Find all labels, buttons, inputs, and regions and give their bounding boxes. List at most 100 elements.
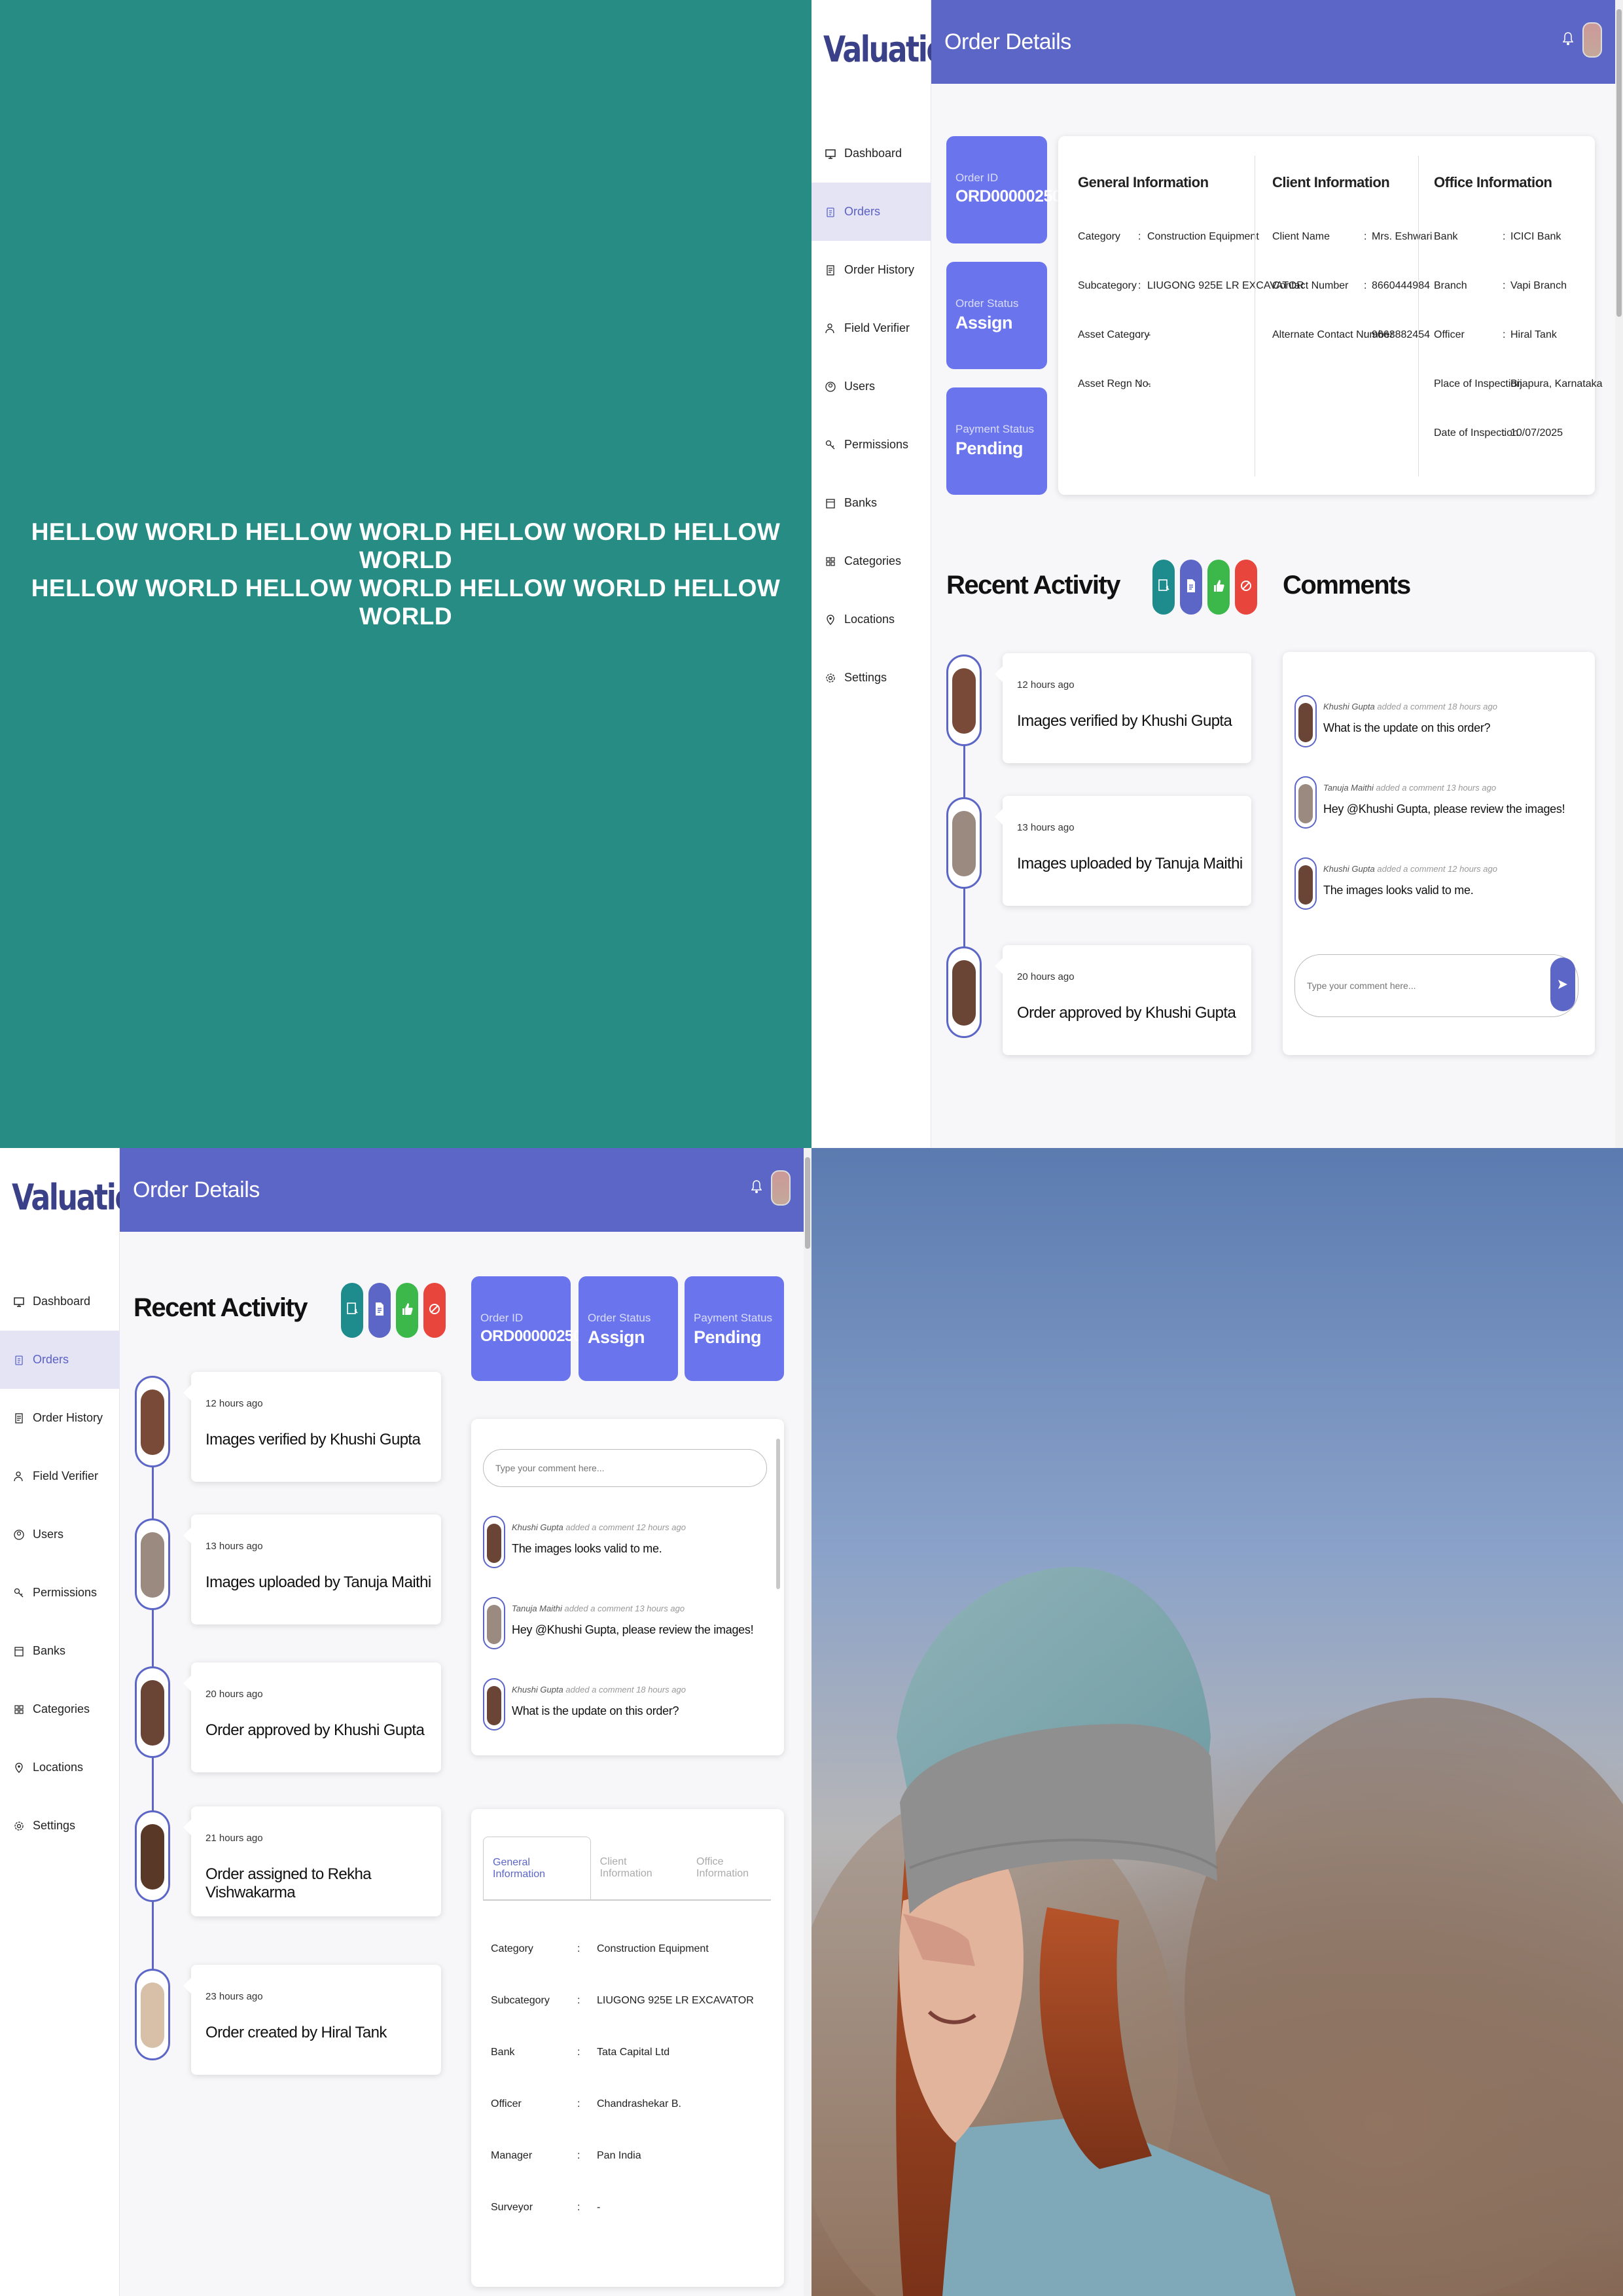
sidebar-item-permissions[interactable]: Permissions [812,416,931,474]
sidebar-item-field-verifier[interactable]: Field Verifier [0,1447,120,1505]
order-status-value: Assign [588,1327,645,1347]
send-button[interactable] [1550,958,1575,1011]
info-separator: : [1503,329,1506,340]
info-value: 9663882454 [1372,329,1430,340]
info-tabs: General Information Client Information Off… [483,1837,784,1899]
info-separator: : [1138,231,1141,242]
comment-time: added a comment 13 hours ago [1376,783,1497,793]
thumbs-up-button[interactable] [396,1283,418,1338]
activity-time: 20 hours ago [1017,971,1075,982]
bell-icon[interactable] [751,1179,762,1197]
sidebar-item-order-history[interactable]: Order History [0,1389,120,1447]
sidebar-item-categories[interactable]: Categories [0,1680,120,1738]
comment-time: added a comment 18 hours ago [1377,702,1497,711]
order-id-value: ORD00000250 [955,187,1061,206]
avatar [1294,695,1317,747]
bell-icon[interactable] [1562,31,1574,49]
person-check-icon [823,321,838,336]
sidebar-item-orders[interactable]: Orders [812,183,931,241]
thumbs-up-icon [401,1301,414,1320]
activity-item[interactable]: 23 hours ago Order created by Hiral Tank [183,1965,441,2075]
sidebar-item-order-history[interactable]: Order History [812,241,931,299]
comment-author[interactable]: Tanuja Maithi [1323,783,1374,793]
info-key: Contact Number [1272,280,1349,291]
comment-input-wrap [1294,954,1578,1017]
sidebar-item-permissions[interactable]: Permissions [0,1564,120,1622]
comment-time: added a comment 12 hours ago [1377,864,1497,874]
sidebar-item-banks[interactable]: Banks [0,1622,120,1680]
comment-author[interactable]: Khushi Gupta [1323,864,1375,874]
sidebar-item-locations[interactable]: Locations [0,1738,120,1797]
activity-item[interactable]: 13 hours ago Images uploaded by Tanuja Ma… [995,796,1251,906]
comment-input[interactable] [1307,955,1505,1016]
info-key: Client Name [1272,231,1330,242]
person-check-icon [12,1469,26,1484]
woman-in-beanie-photo [812,1148,1623,2296]
scrollbar[interactable] [804,1148,812,2296]
avatar [946,797,982,889]
comment-author[interactable]: Khushi Gupta [1323,702,1375,711]
cancel-button[interactable] [423,1283,446,1338]
info-key: Surveyor [491,2202,533,2213]
avatar[interactable] [771,1170,791,1206]
sidebar-item-banks[interactable]: Banks [812,474,931,532]
upload-images-button[interactable] [1152,560,1175,615]
info-value: - [597,2202,601,2213]
avatar [1294,857,1317,910]
info-value: Vapi Branch [1510,280,1567,291]
sidebar-item-settings[interactable]: Settings [812,649,931,707]
order-id-label: Order ID [955,171,999,184]
scrollbar[interactable] [1615,0,1623,1148]
avatar[interactable] [1582,22,1602,58]
activity-item[interactable]: 12 hours ago Images verified by Khushi Gu… [995,653,1251,763]
office-info-column: Office Information Bank: ICICI Bank Branch… [1434,136,1603,495]
sidebar-item-settings[interactable]: Settings [0,1797,120,1855]
tab-office-information[interactable]: Office Information [687,1837,784,1899]
sidebar-item-users[interactable]: Users [812,357,931,416]
sidebar-item-users[interactable]: Users [0,1505,120,1564]
sidebar-item-orders[interactable]: Orders [0,1331,120,1389]
sidebar-item-locations[interactable]: Locations [812,590,931,649]
info-value: LIUGONG 925E LR EXCAVATOR [597,1995,754,2006]
comments-title: Comments [1283,571,1411,600]
sidebar-item-dashboard[interactable]: Dashboard [0,1272,120,1331]
comment-time: added a comment 12 hours ago [565,1522,686,1532]
page-title: Order Details [944,29,1071,54]
info-key: Subcategory [491,1995,550,2006]
upload-images-button[interactable] [341,1283,363,1338]
document-button[interactable] [1180,560,1202,615]
payment-status-value: Pending [955,439,1024,458]
comment-author[interactable]: Tanuja Maithi [512,1604,562,1613]
order-status-tile: Order Status Assign [579,1276,678,1381]
info-key: Category [491,1943,533,1954]
comments-card: Khushi Gupta added a comment 12 hours ag… [471,1419,784,1755]
document-button[interactable] [368,1283,391,1338]
info-separator: : [1503,427,1506,439]
activity-item[interactable]: 20 hours ago Order approved by Khushi Gup… [183,1662,441,1772]
banner-text: HELLOW WORLD HELLOW WORLD HELLOW WORLD H… [7,518,805,630]
comment-input[interactable] [495,1450,694,1486]
comment-meta: Khushi Gupta added a comment 18 hours ag… [1323,702,1497,711]
comments-scrollbar[interactable] [776,1439,780,1589]
sidebar-item-dashboard[interactable]: Dashboard [812,124,931,183]
sidebar-item-field-verifier[interactable]: Field Verifier [812,299,931,357]
comment-meta: Khushi Gupta added a comment 12 hours ag… [512,1522,686,1532]
tab-client-information[interactable]: Client Information [591,1837,687,1899]
info-tabs-card: General Information Client Information Off… [471,1809,784,2287]
activity-item[interactable]: 21 hours ago Order assigned to Rekha Vish… [183,1806,441,1916]
comment-author[interactable]: Khushi Gupta [512,1685,563,1695]
sidebar-item-categories[interactable]: Categories [812,532,931,590]
upload-images-icon [1157,578,1170,597]
activity-item[interactable]: 13 hours ago Images uploaded by Tanuja Ma… [183,1515,441,1624]
clipboard-icon [12,1353,26,1367]
comment-meta: Tanuja Maithi added a comment 13 hours a… [1323,783,1496,793]
thumbs-up-button[interactable] [1207,560,1230,615]
comment-author[interactable]: Khushi Gupta [512,1522,563,1532]
cancel-button[interactable] [1235,560,1257,615]
activity-item[interactable]: 20 hours ago Order approved by Khushi Gup… [995,945,1251,1055]
info-key: Place of Inspection [1434,378,1523,389]
tab-general-information[interactable]: General Information [483,1837,591,1899]
activity-item[interactable]: 12 hours ago Images verified by Khushi Gu… [183,1372,441,1482]
comment-text: The images looks valid to me. [1323,884,1474,897]
avatar [483,1678,505,1731]
